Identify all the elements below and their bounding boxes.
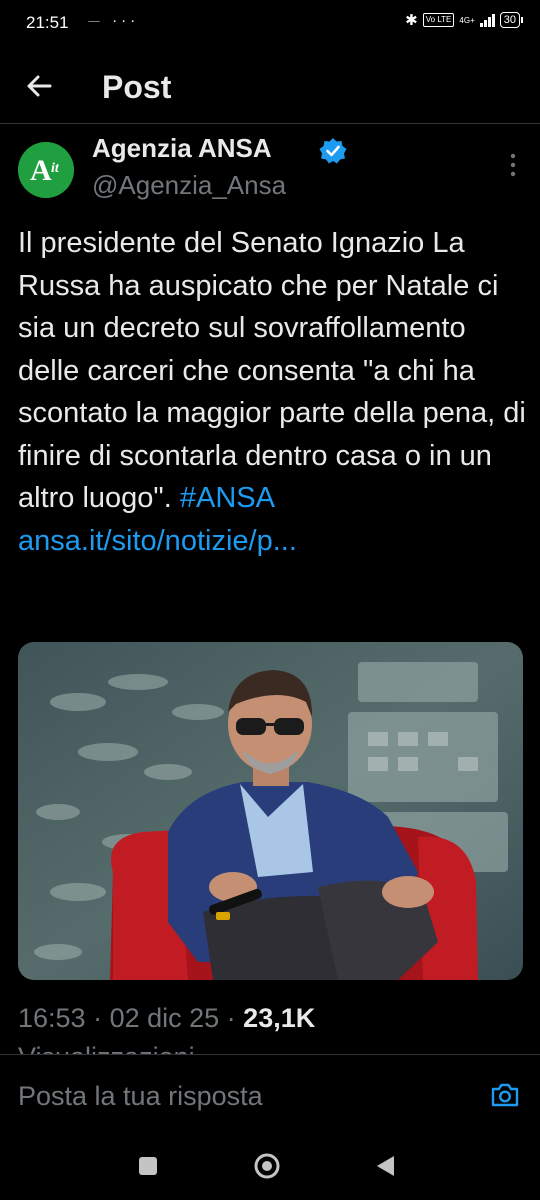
status-bar: 21:51 ⏤ ··· ✱ Vo LTE 4G+ 30 bbox=[0, 0, 540, 50]
reply-bar: Posta la tua risposta bbox=[0, 1054, 540, 1128]
hashtag-link[interactable]: #ANSA bbox=[180, 482, 275, 514]
tweet-date: 02 dic 25 bbox=[109, 1003, 220, 1033]
volte-badge: Vo LTE bbox=[422, 13, 455, 27]
top-app-bar: Post bbox=[0, 55, 540, 124]
camera-icon[interactable] bbox=[490, 1081, 520, 1109]
tweet-text: Il presidente del Senato Ignazio La Russ… bbox=[18, 222, 528, 562]
status-time: 21:51 bbox=[26, 13, 69, 32]
reply-input[interactable]: Posta la tua risposta bbox=[18, 1081, 263, 1112]
views-count[interactable]: 23,1K bbox=[243, 1003, 315, 1033]
recents-button[interactable] bbox=[139, 1157, 157, 1175]
article-link[interactable]: ansa.it/sito/notizie/p... bbox=[18, 525, 297, 557]
tweet-time: 16:53 bbox=[18, 1003, 86, 1033]
bluetooth-icon: ✱ bbox=[405, 12, 418, 29]
home-button[interactable] bbox=[253, 1152, 281, 1180]
network-type: 4G+ bbox=[459, 15, 475, 25]
ansa-logo: A it bbox=[18, 142, 74, 198]
svg-text:it: it bbox=[51, 161, 60, 176]
tweet-photo[interactable] bbox=[18, 642, 523, 980]
notification-icons: ⏤ ··· bbox=[88, 12, 140, 29]
status-right: ✱ Vo LTE 4G+ 30 bbox=[405, 11, 524, 29]
system-nav-bar bbox=[0, 1127, 540, 1200]
author-name[interactable]: Agenzia ANSA bbox=[92, 133, 272, 164]
avatar[interactable]: A it bbox=[18, 142, 74, 198]
more-icon[interactable] bbox=[508, 152, 518, 178]
author-handle[interactable]: @Agenzia_Ansa bbox=[92, 170, 286, 201]
system-back-button[interactable] bbox=[374, 1154, 396, 1178]
signal-icon bbox=[479, 13, 495, 27]
back-arrow-icon[interactable] bbox=[22, 69, 56, 103]
tweet-meta: 16:53 · 02 dic 25 · 23,1K bbox=[18, 1003, 316, 1033]
photo-la-russa bbox=[18, 642, 523, 980]
svg-text:A: A bbox=[30, 154, 52, 187]
battery-icon: 30 bbox=[499, 12, 524, 28]
page-title: Post bbox=[102, 69, 172, 105]
verified-icon bbox=[318, 136, 348, 166]
tweet-body: Il presidente del Senato Ignazio La Russ… bbox=[18, 227, 526, 514]
